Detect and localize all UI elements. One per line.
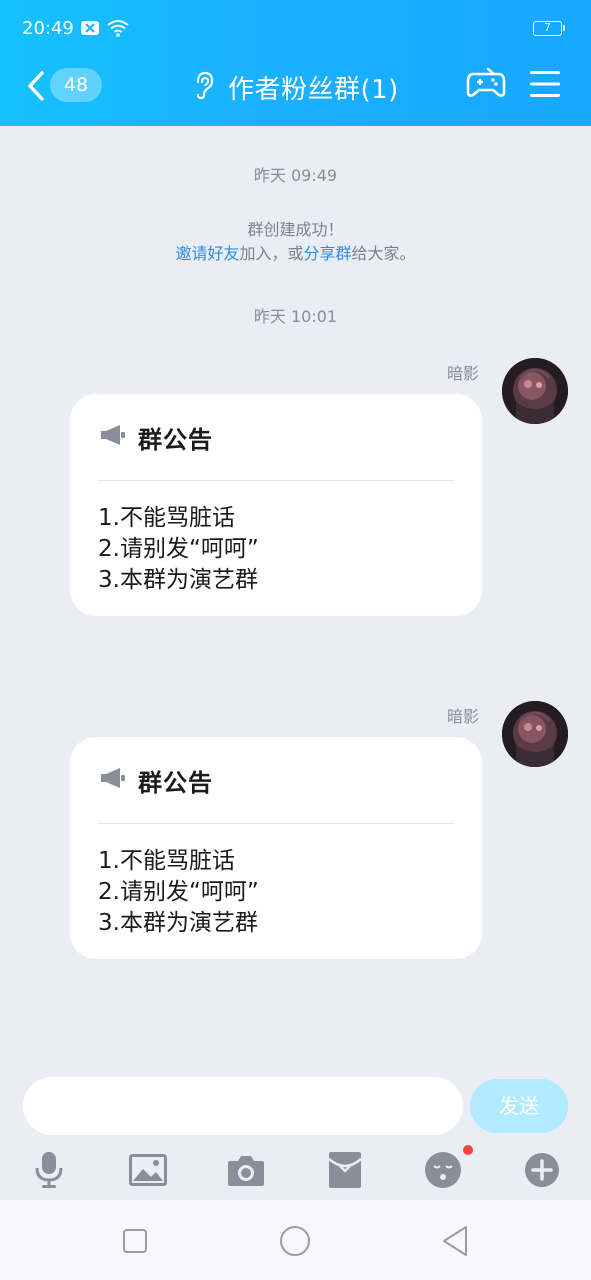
announcement-header: 群公告 (98, 394, 454, 481)
status-bar: 20:49 7 (0, 0, 591, 60)
timestamp: 昨天 10:01 (253, 307, 338, 326)
notification-dot (463, 1145, 473, 1155)
red-packet-icon[interactable] (325, 1150, 365, 1190)
status-time: 20:49 (22, 18, 74, 39)
title-area: 作者粉丝群(1) (192, 70, 399, 105)
composer-bar: 发送 (0, 1070, 591, 1200)
sender-name: 暗影 (446, 364, 479, 383)
system-message-line2: 邀请好友加入，或分享群给大家。 (0, 242, 591, 266)
system-message: 群创建成功！ 邀请好友加入，或分享群给大家。 (0, 218, 591, 266)
battery-indicator: 7 (533, 21, 565, 36)
avatar[interactable] (502, 358, 568, 424)
system-navigation-bar (0, 1200, 591, 1280)
system-text: 加入，或 (239, 244, 304, 263)
wifi-icon (106, 18, 130, 42)
system-message-line1: 群创建成功！ (247, 220, 344, 239)
image-icon[interactable] (128, 1150, 168, 1190)
notification-icon (80, 20, 100, 40)
home-icon[interactable] (279, 1225, 311, 1261)
avatar[interactable] (502, 701, 568, 767)
megaphone-icon (98, 423, 138, 451)
announcement-line: 3.本群为演艺群 (98, 567, 258, 593)
timestamp: 昨天 09:49 (253, 166, 338, 185)
invite-friends-link[interactable]: 邀请好友 (175, 244, 239, 263)
announcement-body: 1.不能骂脏话 2.请别发“呵呵” 3.本群为演艺群 (98, 481, 454, 616)
sender-name: 暗影 (446, 707, 479, 726)
recent-apps-icon[interactable] (122, 1228, 148, 1258)
app-header: 20:49 7 48 作者粉丝群(1) (0, 0, 591, 126)
announcement-title: 群公告 (138, 768, 213, 797)
system-text: 给大家。 (351, 244, 416, 263)
mic-icon[interactable] (29, 1150, 69, 1190)
ear-icon[interactable] (192, 70, 216, 104)
announcement-title: 群公告 (138, 425, 213, 454)
megaphone-icon (98, 766, 138, 794)
back-nav-icon[interactable] (441, 1225, 469, 1261)
announcement-line: 3.本群为演艺群 (98, 910, 258, 936)
back-icon[interactable] (26, 70, 46, 106)
announcement-line: 2.请别发“呵呵” (98, 536, 259, 562)
announcement-line: 1.不能骂脏话 (98, 505, 235, 531)
page-title: 作者粉丝群(1) (228, 74, 399, 105)
announcement-header: 群公告 (98, 737, 454, 824)
send-button[interactable]: 发送 (470, 1079, 568, 1133)
announcement-card[interactable]: 群公告 1.不能骂脏话 2.请别发“呵呵” 3.本群为演艺群 (70, 394, 482, 616)
announcement-body: 1.不能骂脏话 2.请别发“呵呵” 3.本群为演艺群 (98, 824, 454, 959)
message-input[interactable] (23, 1077, 463, 1135)
announcement-line: 2.请别发“呵呵” (98, 879, 259, 905)
unread-count-badge[interactable]: 48 (50, 68, 102, 102)
emoji-icon[interactable] (423, 1150, 463, 1190)
share-group-link[interactable]: 分享群 (304, 244, 352, 263)
camera-icon[interactable] (226, 1150, 266, 1190)
plus-icon[interactable] (522, 1150, 562, 1190)
menu-icon[interactable] (530, 70, 560, 102)
announcement-line: 1.不能骂脏话 (98, 848, 235, 874)
game-controller-icon[interactable] (466, 66, 506, 104)
announcement-card[interactable]: 群公告 1.不能骂脏话 2.请别发“呵呵” 3.本群为演艺群 (70, 737, 482, 959)
